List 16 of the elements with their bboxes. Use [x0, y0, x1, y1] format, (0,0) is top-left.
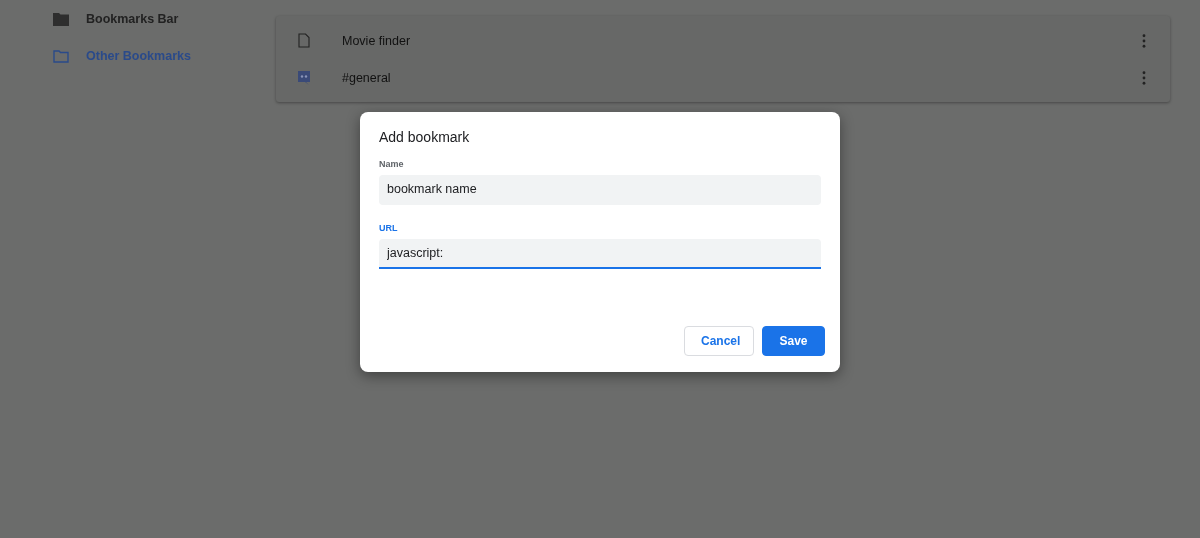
cancel-button[interactable]: Cancel [684, 326, 754, 356]
folder-icon [53, 12, 69, 26]
bookmark-title[interactable]: #general [342, 70, 1142, 85]
more-options-icon[interactable] [1142, 33, 1146, 48]
folder-item[interactable]: Bookmarks Bar [0, 8, 276, 30]
dialog-title: Add bookmark [379, 129, 471, 145]
more-options-icon[interactable] [1142, 70, 1146, 85]
chat-icon [297, 69, 311, 86]
field-label: URL [379, 223, 399, 233]
page-icon [298, 33, 310, 48]
folder-icon [53, 49, 69, 63]
save-button[interactable]: Save [762, 326, 825, 356]
bookmark-title[interactable]: Movie finder [342, 33, 1142, 48]
input-field[interactable]: bookmark name [379, 175, 821, 205]
input-field[interactable]: javascript: [379, 239, 821, 269]
field-label: Name [379, 159, 405, 169]
